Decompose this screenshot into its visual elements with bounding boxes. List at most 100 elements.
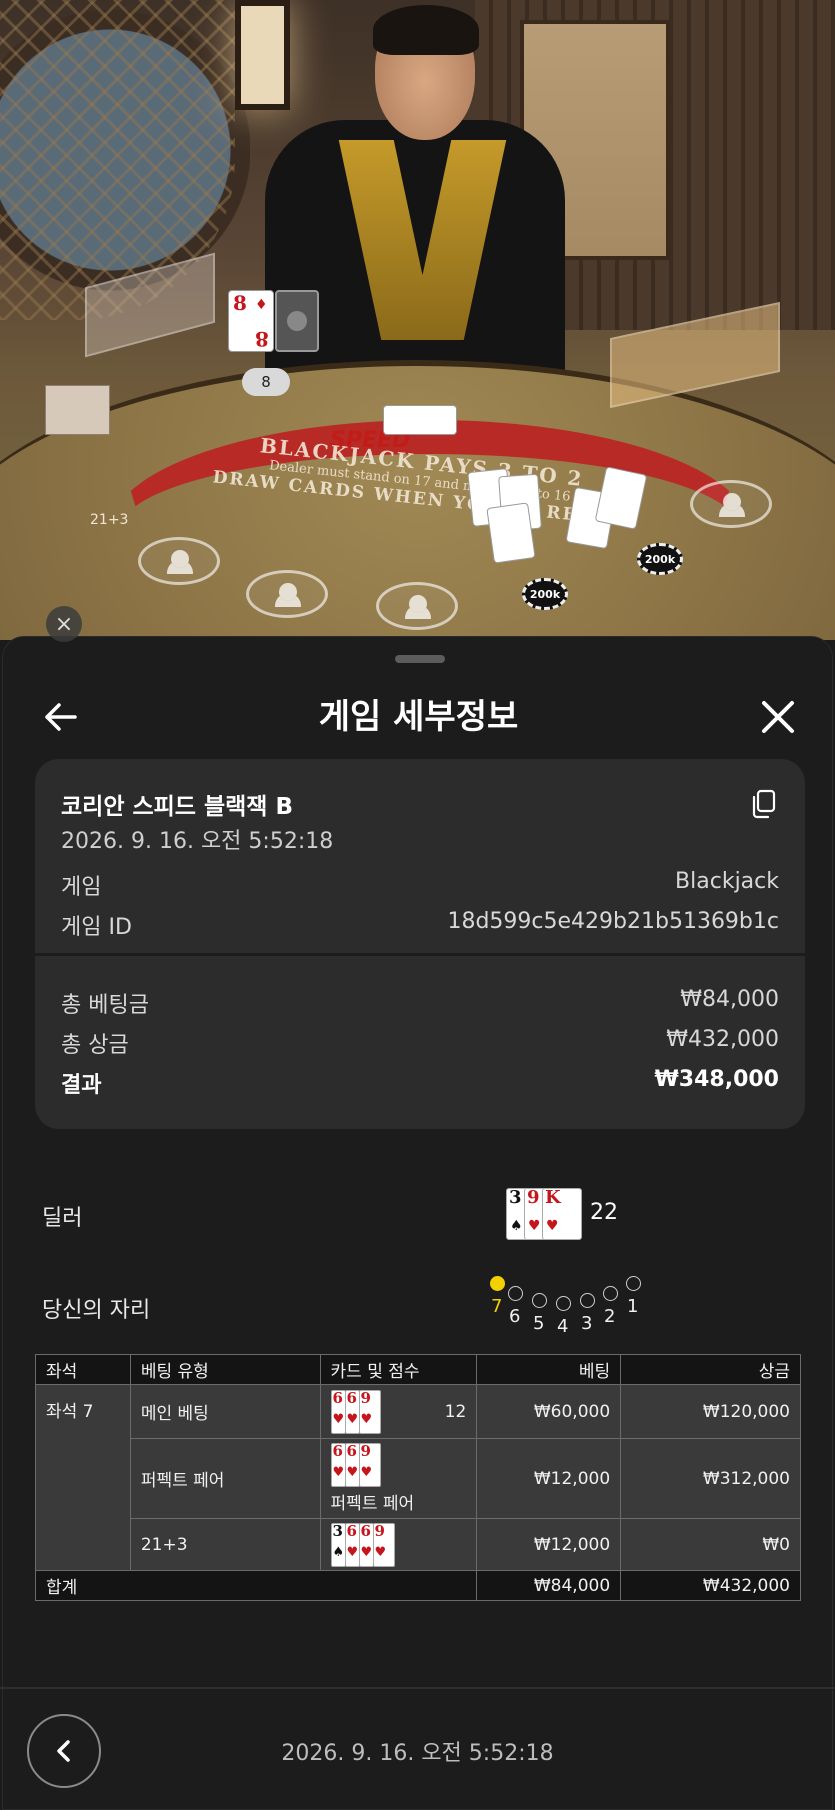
seat-number: 4	[557, 1316, 569, 1337]
seat-number: 5	[533, 1313, 545, 1334]
seat-number: 1	[627, 1296, 639, 1317]
seat-cell: 좌석 7	[35, 1384, 131, 1571]
seat-map: 7 6 5 4 3 2 1	[480, 1270, 650, 1340]
bet-type-cell: 21+3	[129, 1518, 321, 1571]
table-header-row: 좌석 베팅 유형 카드 및 점수 베팅 상금	[35, 1354, 801, 1385]
your-seat-label: 당신의 자리	[42, 1298, 151, 1323]
hand-card: 9 ♥	[358, 1443, 381, 1487]
game-name: 코리안 스피드 블랙잭 B	[61, 794, 293, 820]
dealer-hand-score: 22	[590, 1200, 618, 1225]
card-divider	[35, 953, 805, 956]
card-rank: K	[545, 1187, 561, 1208]
copy-button[interactable]	[751, 789, 777, 819]
detail-label: 게임 ID	[61, 915, 132, 940]
live-video-view: SPEED BLACKJACK PAYS 3 TO 2 Dealer must …	[0, 0, 835, 640]
dealer-card: 8 8 ♦	[228, 290, 274, 352]
game-time: 2026. 9. 16. 오전 5:52:18	[61, 829, 334, 854]
back-button[interactable]	[41, 697, 81, 737]
total-label: 결과	[61, 1073, 102, 1098]
seat-number: 3	[581, 1313, 593, 1334]
seat-number: 2	[604, 1306, 616, 1327]
bet-chip: 200k	[637, 543, 683, 575]
dealer-card-rank-bottom: 8	[255, 327, 269, 351]
table-row: 좌석 7 메인 베팅 6 ♥ 6 ♥ 9 ♥ 12 ₩60,000 ₩120,000	[35, 1384, 801, 1571]
card-suit: ♥	[546, 1218, 559, 1234]
total-value: ₩84,000	[680, 987, 779, 1012]
total-label: 총 상금	[61, 1033, 129, 1058]
hand-card: 6 ♥	[344, 1443, 360, 1487]
footer-timestamp: 2026. 9. 16. 오전 5:52:18	[281, 1741, 554, 1766]
card-rank: 9	[527, 1187, 540, 1208]
card-suit: ♠	[510, 1218, 523, 1234]
total-bet-cell: ₩84,000	[476, 1570, 622, 1601]
seat-dot	[580, 1293, 595, 1308]
total-value: ₩432,000	[666, 1027, 779, 1052]
bet-cell: ₩12,000	[476, 1438, 622, 1519]
table-header: 상금	[620, 1354, 801, 1385]
detail-row-game: 게임 Blackjack	[61, 869, 779, 901]
close-icon	[762, 701, 794, 733]
seat-dot	[556, 1296, 571, 1311]
dealer-label: 딜러	[42, 1206, 83, 1231]
dealer-card-rank: 8	[233, 291, 247, 315]
dealer-hand-card: K ♥	[542, 1188, 582, 1240]
hand-score: 12	[444, 1401, 467, 1422]
sheet-header: 게임 세부정보	[3, 677, 834, 757]
game-info-card: 코리안 스피드 블랙잭 B 2026. 9. 16. 오전 5:52:18 게임…	[35, 759, 805, 1129]
seat-spot	[246, 570, 328, 618]
seat-spot	[138, 537, 220, 585]
hand-card: 6 ♥	[358, 1522, 374, 1567]
seat-spot	[376, 582, 458, 630]
detail-value: 18d599c5e429b21b51369b1c	[447, 909, 779, 934]
total-bet-row: 총 베팅금 ₩84,000	[61, 987, 779, 1019]
total-label: 총 베팅금	[61, 993, 149, 1018]
win-cell: ₩120,000	[620, 1384, 801, 1439]
hand-result-label: 퍼펙트 페어	[330, 1494, 415, 1514]
seat-dot	[508, 1286, 523, 1301]
sheet-grabber[interactable]	[395, 655, 445, 663]
table-row: 21+3 3 ♠ 6 ♥ 6 ♥ 9 ♥ ₩12,000 ₩0	[36, 1518, 801, 1571]
total-value: ₩348,000	[654, 1067, 779, 1092]
card-suit: ♥	[528, 1218, 541, 1234]
hand-card: 3 ♠	[330, 1522, 346, 1567]
seat-dot-active	[490, 1276, 505, 1291]
detail-row-game-id: 게임 ID 18d599c5e429b21b51369b1c	[61, 909, 779, 941]
card-deck	[45, 385, 110, 435]
seat-dot	[626, 1276, 641, 1291]
hand-card: 9 ♥	[358, 1389, 381, 1434]
total-win-row: 총 상금 ₩432,000	[61, 1027, 779, 1059]
win-cell: ₩0	[620, 1518, 801, 1571]
cards-cell: 6 ♥ 6 ♥ 9 ♥ 12	[319, 1384, 478, 1439]
bet-cell: ₩12,000	[476, 1518, 622, 1571]
hand-card: 6 ♥	[330, 1389, 346, 1434]
close-video-button[interactable]: ×	[46, 606, 82, 642]
hand-card: 6 ♥	[344, 1389, 360, 1434]
hand-card: 9 ♥	[372, 1522, 395, 1567]
cards-cell: 6 ♥ 6 ♥ 9 ♥ 퍼펙트 페어	[319, 1438, 478, 1519]
arrow-left-icon	[45, 703, 77, 731]
side-bet-label: 21+3	[90, 512, 129, 528]
bet-cell: ₩60,000	[476, 1384, 622, 1439]
dealer-score-pill: 8	[242, 368, 290, 396]
seat-dot	[603, 1286, 618, 1301]
game-details-sheet: 게임 세부정보 코리안 스피드 블랙잭 B 2026. 9. 16. 오전 5:…	[2, 636, 833, 1810]
footer-divider	[0, 1687, 835, 1689]
table-header: 베팅 유형	[129, 1354, 321, 1385]
seat-number: 6	[509, 1306, 521, 1327]
win-cell: ₩312,000	[620, 1438, 801, 1519]
total-label-cell: 합계	[34, 1570, 478, 1601]
seat-number: 7	[491, 1296, 503, 1317]
close-button[interactable]	[758, 697, 798, 737]
copy-icon	[752, 789, 776, 819]
bet-type-cell: 퍼펙트 페어	[129, 1438, 321, 1519]
hand-card: 6 ♥	[330, 1443, 346, 1487]
hand-card: 6 ♥	[344, 1522, 360, 1567]
table-header: 베팅	[476, 1354, 622, 1385]
table-header: 좌석	[35, 1354, 131, 1385]
detail-label: 게임	[61, 875, 102, 900]
dealer-card-suit: ♦	[255, 297, 268, 313]
cards-cell: 3 ♠ 6 ♥ 6 ♥ 9 ♥	[319, 1518, 478, 1571]
bet-type-cell: 메인 베팅	[129, 1384, 321, 1439]
result-row: 결과 ₩348,000	[61, 1067, 779, 1099]
bet-chip: 200k	[522, 578, 568, 610]
